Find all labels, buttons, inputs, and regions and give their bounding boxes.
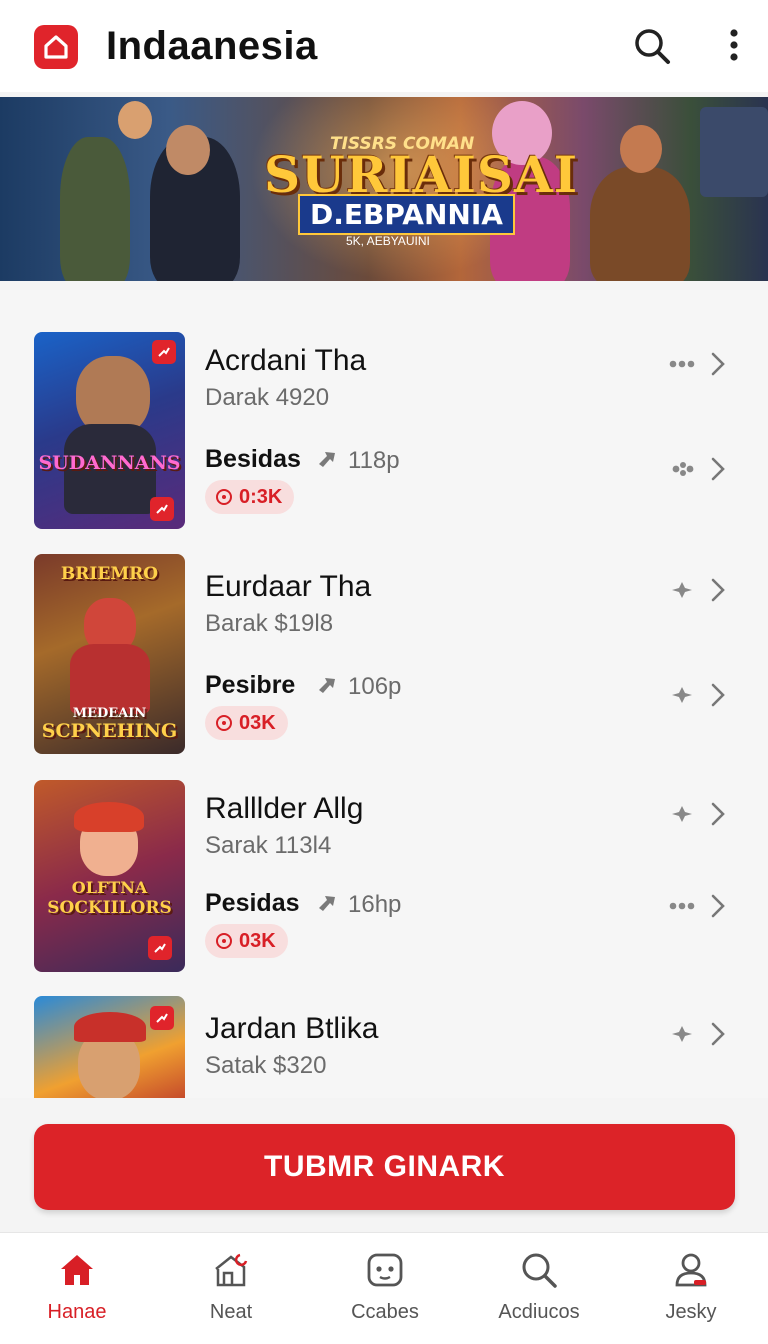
game-thumbnail[interactable]: OLFTNA SOCKIILORS xyxy=(34,780,185,972)
thumbnail-badge-icon xyxy=(152,340,176,364)
game-thumbnail[interactable] xyxy=(34,996,185,1098)
banner-logo-subtitle: D.EBPANNIA xyxy=(298,194,515,235)
thumbnail-badge-icon xyxy=(150,1006,174,1030)
status-badge-text: 03K xyxy=(239,712,276,734)
page-title: Indaanesia xyxy=(106,24,318,68)
home-logo-icon[interactable] xyxy=(34,25,78,69)
game-thumbnail[interactable]: BRIEMRO MEDEAIN SCPNEHING xyxy=(34,554,185,754)
nav-item-search[interactable]: Acdiucos xyxy=(462,1233,616,1344)
hero-figure xyxy=(60,137,130,281)
game-list: SUDANNANS Acrdani Tha Darak 4920 Besidas… xyxy=(0,290,768,1098)
profile-icon xyxy=(670,1249,712,1291)
thumbnail-badge-icon xyxy=(148,936,172,960)
item-stat: 118p xyxy=(348,447,400,474)
sparkle-icon[interactable] xyxy=(668,582,696,598)
list-item[interactable]: Jardan Btlika Satak $320 xyxy=(0,994,768,1098)
bottom-nav: Hanae Neat Ccabes Acdiucos Jesky xyxy=(0,1232,768,1344)
chevron-right-icon[interactable] xyxy=(708,350,728,378)
item-subtitle: Darak 4920 xyxy=(205,384,330,411)
chevron-right-icon[interactable] xyxy=(708,681,728,709)
item-label: Pesibre xyxy=(205,671,296,699)
more-dots-icon[interactable] xyxy=(668,898,696,914)
search-icon xyxy=(518,1249,560,1291)
thumbnail-character-body xyxy=(70,644,150,714)
arrow-icon xyxy=(316,892,338,914)
hero-head xyxy=(620,125,662,173)
arrow-icon xyxy=(316,448,338,470)
item-subtitle: Satak $320 xyxy=(205,1052,327,1079)
thumbnail-title-small: MEDEAIN xyxy=(72,706,147,721)
more-dots-icon[interactable] xyxy=(668,356,696,372)
arrow-icon xyxy=(316,674,338,696)
thumbnail-title-top: OLFTNA xyxy=(71,878,148,897)
item-label: Besidas xyxy=(205,445,301,473)
thumbnail-title: SCPNEHING xyxy=(41,720,178,742)
nav-item-neat[interactable]: Neat xyxy=(154,1233,308,1344)
status-badge: 0:3K xyxy=(205,480,295,514)
banner-logo-tag: 5K, AEBYAUINI xyxy=(346,234,430,248)
status-badge-text: 0:3K xyxy=(239,486,283,508)
status-badge-text: 03K xyxy=(239,930,276,952)
thumbnail-badge-icon xyxy=(150,497,174,521)
search-icon[interactable] xyxy=(630,24,674,68)
nav-label: Neat xyxy=(209,1301,253,1323)
chevron-right-icon[interactable] xyxy=(708,576,728,604)
item-stat: 106p xyxy=(348,673,402,700)
nav-item-home[interactable]: Hanae xyxy=(0,1233,154,1344)
thumbnail-title-top: BRIEMRO xyxy=(60,564,159,584)
hero-figure xyxy=(590,167,690,281)
item-title: Ralllder Allg xyxy=(205,792,364,825)
sparkle-icon[interactable] xyxy=(668,687,696,703)
chevron-right-icon[interactable] xyxy=(708,800,728,828)
nav-label: Acdiucos xyxy=(498,1301,580,1323)
house-repair-icon xyxy=(210,1249,252,1291)
hero-head xyxy=(166,125,210,175)
thumbnail-title: SUDANNANS xyxy=(38,452,181,474)
gamepad-icon xyxy=(364,1249,406,1291)
flower-icon[interactable] xyxy=(668,461,696,477)
more-vertical-icon[interactable] xyxy=(716,24,752,68)
hero-figure xyxy=(700,107,768,197)
item-subtitle: Barak $19l8 xyxy=(205,610,334,637)
nav-item-games[interactable]: Ccabes xyxy=(308,1233,462,1344)
item-title: Acrdani Tha xyxy=(205,344,367,377)
app-header: Indaanesia xyxy=(0,0,768,92)
chevron-right-icon[interactable] xyxy=(708,892,728,920)
sparkle-icon[interactable] xyxy=(668,806,696,822)
primary-cta-button[interactable]: TUBMR GINARK xyxy=(34,1124,735,1210)
item-subtitle: Sarak 113l4 xyxy=(205,832,332,859)
list-item[interactable]: BRIEMRO MEDEAIN SCPNEHING Eurdaar Tha Ba… xyxy=(0,552,768,762)
thumbnail-character-hat xyxy=(74,1012,146,1042)
item-stat: 16hp xyxy=(348,891,402,918)
status-badge: 03K xyxy=(205,706,288,740)
item-title: Eurdaar Tha xyxy=(205,570,372,603)
item-label: Pesidas xyxy=(205,889,300,917)
nav-label: Hanae xyxy=(47,1301,107,1323)
list-item[interactable]: OLFTNA SOCKIILORS Ralllder Allg Sarak 11… xyxy=(0,778,768,978)
item-title: Jardan Btlika xyxy=(205,1012,379,1045)
game-thumbnail[interactable]: SUDANNANS xyxy=(34,332,185,529)
thumbnail-title: SOCKIILORS xyxy=(47,898,172,918)
nav-label: Jesky xyxy=(665,1301,717,1323)
thumbnail-character-hair xyxy=(74,802,144,832)
home-icon xyxy=(56,1249,98,1291)
sparkle-icon[interactable] xyxy=(668,1026,696,1042)
hero-head xyxy=(118,101,152,139)
list-item[interactable]: SUDANNANS Acrdani Tha Darak 4920 Besidas… xyxy=(0,290,768,530)
chevron-right-icon[interactable] xyxy=(708,1020,728,1048)
status-badge: 03K xyxy=(205,924,288,958)
chevron-right-icon[interactable] xyxy=(708,455,728,483)
nav-label: Ccabes xyxy=(351,1301,419,1323)
nav-item-profile[interactable]: Jesky xyxy=(614,1233,768,1344)
